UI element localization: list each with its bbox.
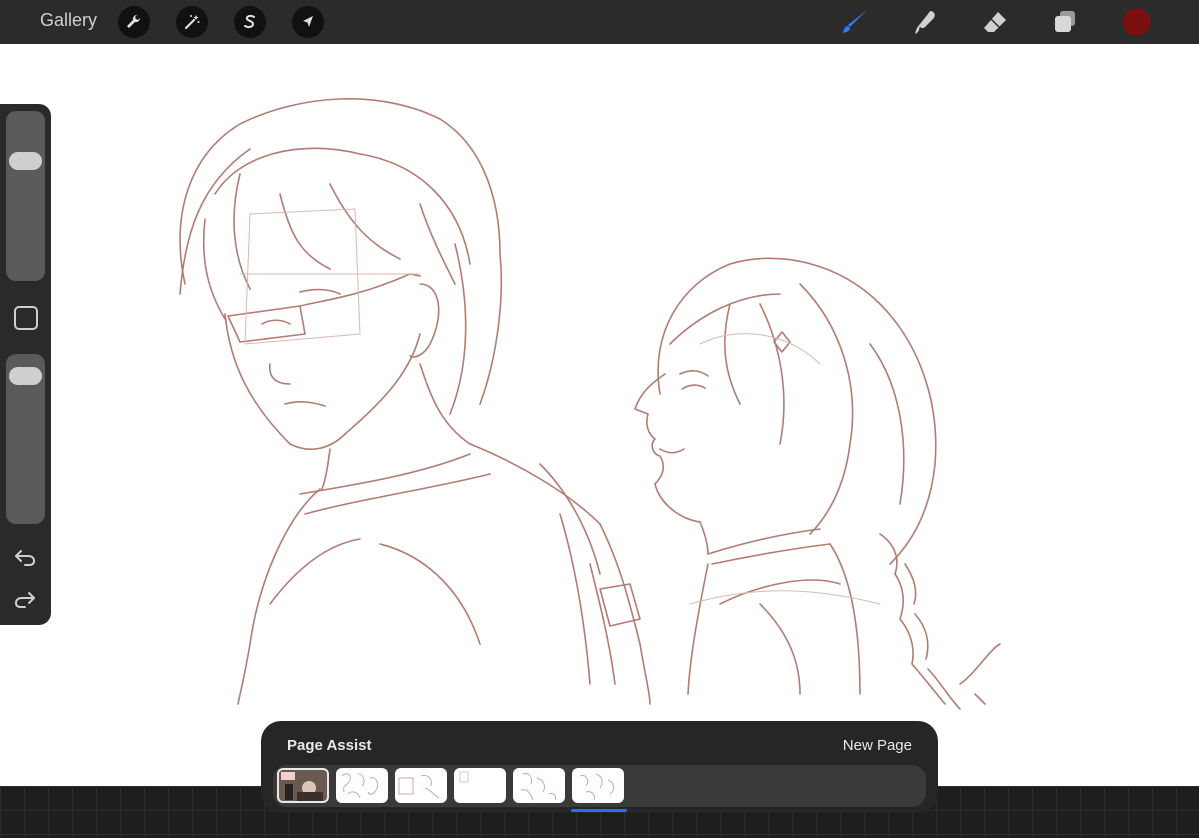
brush-tool-button[interactable] xyxy=(838,6,872,38)
drawing-canvas[interactable] xyxy=(0,44,1199,786)
eraser-tool-button[interactable] xyxy=(978,6,1012,38)
page-thumbnail-bar xyxy=(273,765,926,807)
new-page-button[interactable]: New Page xyxy=(843,737,912,754)
page-thumbnail-3[interactable] xyxy=(395,768,447,803)
eraser-icon xyxy=(984,12,1006,32)
redo-icon xyxy=(14,592,35,608)
wrench-icon xyxy=(127,14,141,28)
page-assist-panel: Page Assist New Page xyxy=(261,721,938,813)
smudge-tool-button[interactable] xyxy=(908,6,942,38)
transform-button[interactable] xyxy=(292,6,324,38)
left-sidebar xyxy=(0,104,51,625)
redo-button[interactable] xyxy=(12,588,38,610)
undo-button[interactable] xyxy=(12,546,38,568)
brush-size-thumb[interactable] xyxy=(9,152,42,171)
page-thumbnail-5[interactable] xyxy=(513,768,565,803)
page-thumbnail-1[interactable] xyxy=(277,768,329,803)
color-picker-swatch[interactable] xyxy=(1123,8,1151,36)
selection-button[interactable] xyxy=(234,6,266,38)
adjustments-wand-button[interactable] xyxy=(176,6,208,38)
undo-icon xyxy=(15,550,36,566)
page-assist-title: Page Assist xyxy=(287,737,372,754)
brush-size-slider[interactable] xyxy=(6,111,45,281)
gallery-button[interactable]: Gallery xyxy=(40,10,97,31)
brush-icon xyxy=(843,10,867,33)
active-page-indicator xyxy=(571,809,627,812)
opacity-slider[interactable] xyxy=(6,354,45,524)
sketch-artwork xyxy=(179,98,1001,710)
layers-button[interactable] xyxy=(1048,6,1082,38)
modify-square-icon[interactable] xyxy=(14,306,38,330)
layers-icon xyxy=(1055,11,1075,32)
actions-wrench-button[interactable] xyxy=(118,6,150,38)
smudge-icon xyxy=(915,11,935,34)
opacity-thumb[interactable] xyxy=(9,366,42,385)
page-thumbnail-2[interactable] xyxy=(336,768,388,803)
magic-wand-icon xyxy=(184,15,200,30)
top-toolbar: Gallery xyxy=(0,0,1199,44)
page-thumbnail-6[interactable] xyxy=(572,768,624,803)
transform-arrow-icon xyxy=(303,16,313,27)
selection-s-icon xyxy=(244,14,255,29)
page-thumbnail-4[interactable] xyxy=(454,768,506,803)
